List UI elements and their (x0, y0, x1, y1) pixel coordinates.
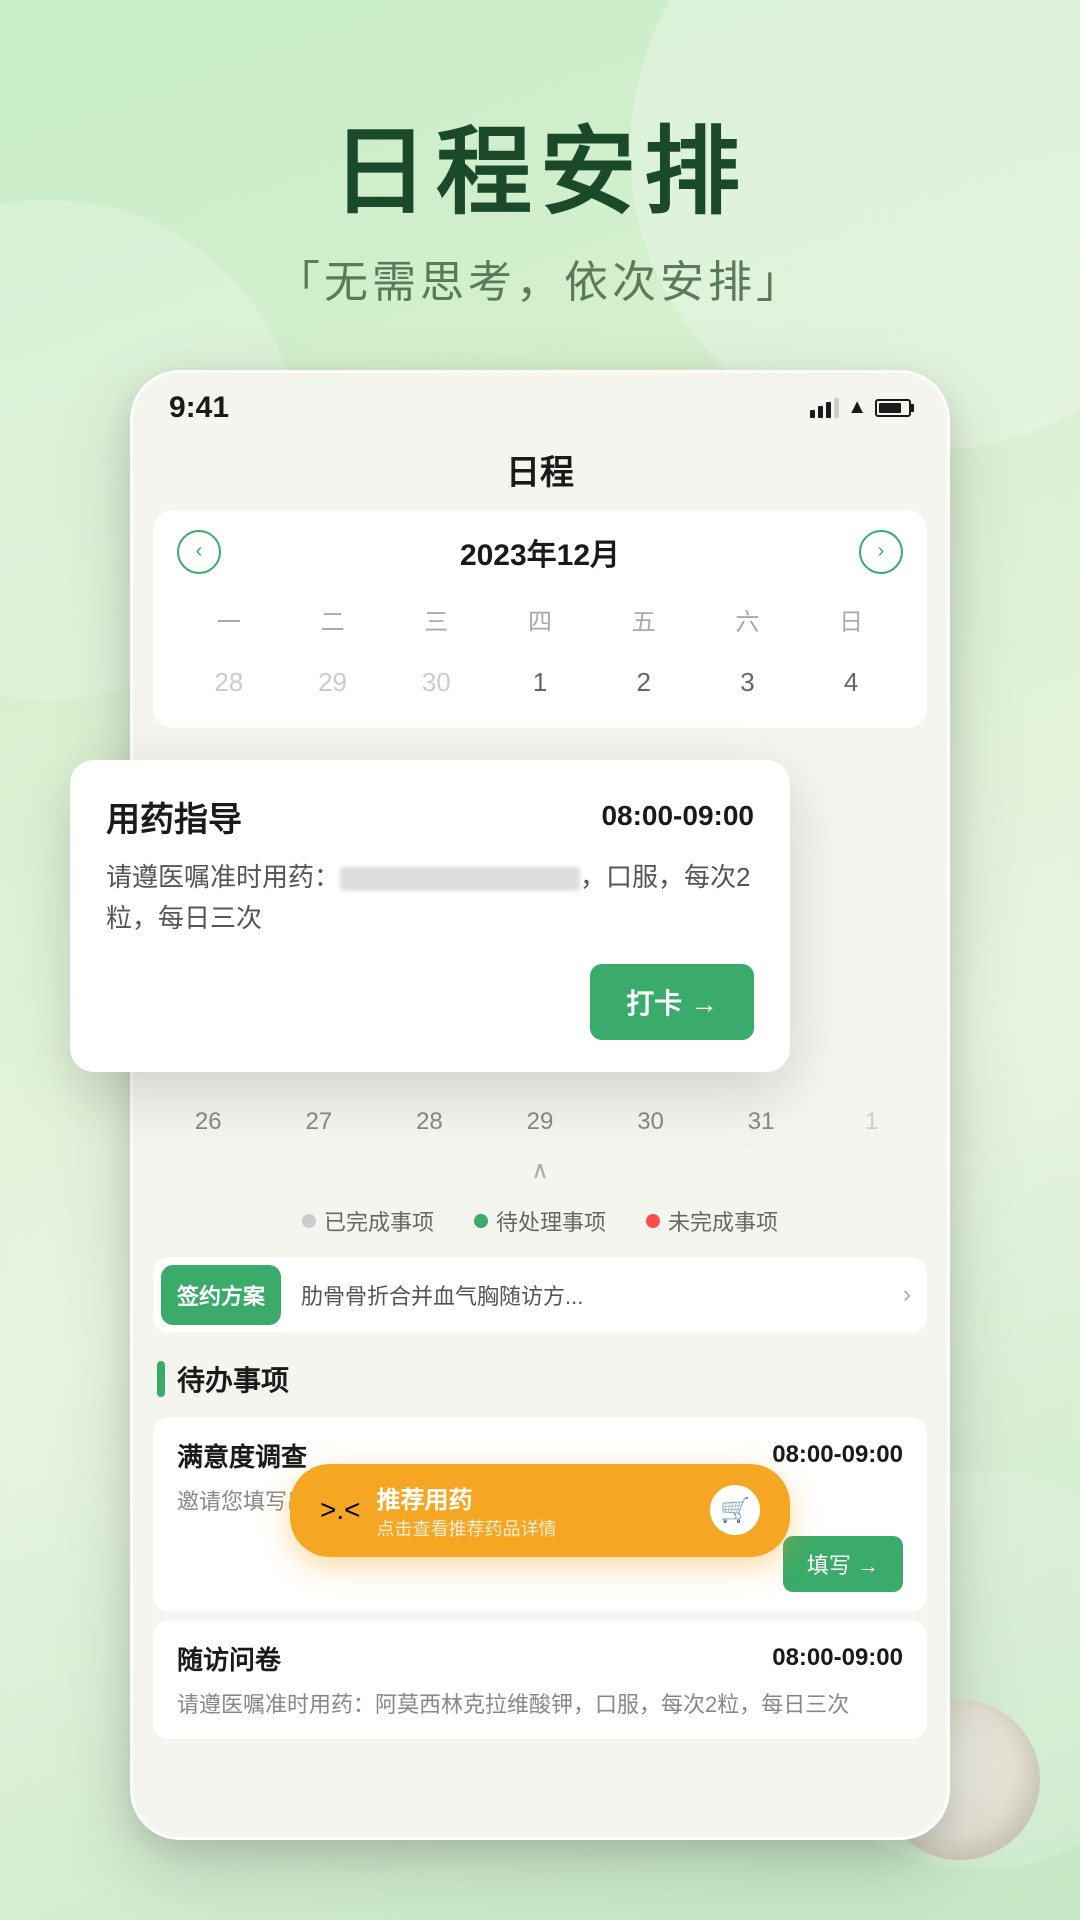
todo-card-1-time: 08:00-09:00 (772, 1441, 903, 1469)
medication-card-actions: 打卡 → (106, 964, 754, 1040)
date-29[interactable]: 29 (485, 1098, 596, 1146)
phone-mockup-wrapper: 9:41 ▲ 日程 ‹ 2023年12月 (130, 370, 950, 1840)
date-2[interactable]: 2 (592, 657, 696, 708)
todo-section-header: 待办事项 (133, 1343, 947, 1409)
recommend-popup[interactable]: >.< 推荐用药 点击查看推荐药品详情 🛒 (290, 1464, 790, 1557)
weekday-wed: 三 (384, 594, 488, 645)
status-bar: 9:41 ▲ (133, 373, 947, 435)
plan-arrow-icon: › (903, 1281, 927, 1309)
signal-bar-3 (826, 402, 831, 418)
legend-pending-label: 待处理事项 (496, 1205, 606, 1237)
weekday-sat: 六 (696, 594, 800, 645)
dot-completed (302, 1214, 316, 1228)
page-title: 日程安排 (0, 120, 1080, 226)
plan-row[interactable]: 签约方案 肋骨骨折合并血气胸随访方... › (153, 1257, 927, 1333)
legend-incomplete: 未完成事项 (646, 1205, 778, 1237)
date-1-next[interactable]: 1 (816, 1098, 927, 1146)
date-27[interactable]: 27 (264, 1098, 375, 1146)
todo-indicator (157, 1361, 165, 1397)
status-time: 9:41 (169, 391, 229, 425)
medication-card: 用药指导 08:00-09:00 请遵医嘱准时用药：，口服，每次2粒，每日三次 … (70, 760, 790, 1072)
signal-bar-1 (810, 410, 815, 418)
status-icons: ▲ (810, 396, 911, 419)
legend-completed: 已完成事项 (302, 1205, 434, 1237)
signal-bar-4 (834, 398, 839, 418)
date-4[interactable]: 4 (799, 657, 903, 708)
date-row-lower: 26 27 28 29 30 31 1 (133, 1098, 947, 1146)
robot-icon: >.< (320, 1494, 360, 1526)
weekday-thu: 四 (488, 594, 592, 645)
wifi-icon: ▲ (847, 396, 867, 419)
write-button[interactable]: 填写 → (783, 1536, 903, 1592)
medication-card-time: 08:00-09:00 (601, 800, 754, 832)
prev-month-button[interactable]: ‹ (177, 530, 221, 574)
date-1[interactable]: 1 (488, 657, 592, 708)
checkin-button[interactable]: 打卡 → (590, 964, 754, 1040)
calendar-month-label: 2023年12月 (460, 530, 620, 574)
blurred-drug-name (340, 867, 580, 891)
calendar-section: ‹ 2023年12月 › 一 二 三 四 五 六 日 28 29 30 1 2 … (153, 510, 927, 728)
date-28-prev[interactable]: 28 (177, 657, 281, 708)
recommend-text-wrap: 推荐用药 点击查看推荐药品详情 (376, 1480, 694, 1541)
collapse-arrow[interactable]: ∧ (133, 1146, 947, 1195)
hero-section: 日程安排 「无需思考，依次安排」 (0, 0, 1080, 310)
app-header: 日程 (133, 435, 947, 510)
date-28[interactable]: 28 (374, 1098, 485, 1146)
todo-card-1-title: 满意度调查 (177, 1437, 307, 1474)
date-31[interactable]: 31 (706, 1098, 817, 1146)
bottom-spacer (133, 1747, 947, 1827)
recommend-title: 推荐用药 (376, 1480, 694, 1515)
weekday-sun: 日 (799, 594, 903, 645)
todo-card-followup: 随访问卷 08:00-09:00 请遵医嘱准时用药：阿莫西林克拉维酸钾，口服，每… (153, 1620, 927, 1739)
legend-row: 已完成事项 待处理事项 未完成事项 (133, 1195, 947, 1247)
legend-pending: 待处理事项 (474, 1205, 606, 1237)
date-29-prev[interactable]: 29 (281, 657, 385, 708)
weekday-row: 一 二 三 四 五 六 日 (177, 594, 903, 645)
page-subtitle: 「无需思考，依次安排」 (0, 246, 1080, 310)
recommend-subtitle: 点击查看推荐药品详情 (376, 1515, 694, 1541)
todo-card-2-time: 08:00-09:00 (772, 1644, 903, 1672)
todo-card-2-desc: 请遵医嘱准时用药：阿莫西林克拉维酸钾，口服，每次2粒，每日三次 (177, 1692, 849, 1717)
todo-card-2-header: 随访问卷 08:00-09:00 (177, 1640, 903, 1677)
next-month-button[interactable]: › (859, 530, 903, 574)
plan-text: 肋骨骨折合并血气胸随访方... (289, 1279, 903, 1311)
signal-bar-2 (818, 406, 823, 418)
medication-card-desc: 请遵医嘱准时用药：，口服，每次2粒，每日三次 (106, 857, 754, 940)
phone-mockup: 9:41 ▲ 日程 ‹ 2023年12月 (130, 370, 950, 1840)
date-row-first: 28 29 30 1 2 3 4 (177, 657, 903, 708)
battery-fill (879, 403, 901, 413)
battery-icon (875, 399, 911, 417)
weekday-mon: 一 (177, 594, 281, 645)
date-3[interactable]: 3 (696, 657, 800, 708)
date-30[interactable]: 30 (595, 1098, 706, 1146)
date-26[interactable]: 26 (153, 1098, 264, 1146)
medication-desc-prefix: 请遵医嘱准时用药： (106, 862, 340, 892)
todo-label: 待办事项 (177, 1359, 289, 1399)
weekday-tue: 二 (281, 594, 385, 645)
dot-pending (474, 1214, 488, 1228)
signal-icon (810, 398, 839, 418)
medication-card-title: 用药指导 (106, 792, 242, 841)
weekday-fri: 五 (592, 594, 696, 645)
calendar-nav: ‹ 2023年12月 › (177, 530, 903, 574)
todo-card-2-title: 随访问卷 (177, 1640, 281, 1677)
legend-completed-label: 已完成事项 (324, 1205, 434, 1237)
plan-tag: 签约方案 (161, 1265, 281, 1325)
legend-incomplete-label: 未完成事项 (668, 1205, 778, 1237)
date-30-prev[interactable]: 30 (384, 657, 488, 708)
app-title: 日程 (506, 454, 574, 492)
cart-button[interactable]: 🛒 (710, 1485, 760, 1535)
dot-incomplete (646, 1214, 660, 1228)
medication-card-header: 用药指导 08:00-09:00 (106, 792, 754, 841)
